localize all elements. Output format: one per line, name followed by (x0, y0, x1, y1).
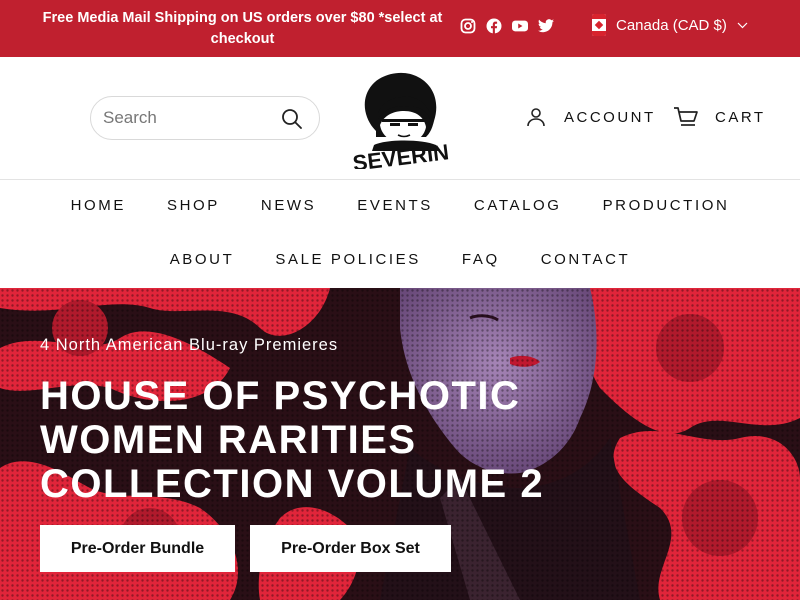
nav-item-home[interactable]: HOME (71, 197, 126, 214)
hero-subtitle: 4 North American Blu-ray Premieres (40, 336, 339, 354)
account-link[interactable]: ACCOUNT (526, 107, 656, 127)
shipping-promo-text: Free Media Mail Shipping on US orders ov… (42, 10, 443, 47)
nav-item-about[interactable]: ABOUT (170, 251, 235, 268)
severin-logo[interactable]: SEVERIN (346, 69, 456, 176)
nav-item-faq[interactable]: FAQ (462, 251, 500, 268)
instagram-icon[interactable] (460, 18, 476, 34)
youtube-icon[interactable] (512, 18, 528, 34)
main-navigation: HOME SHOP NEWS EVENTS CATALOG PRODUCTION… (0, 180, 800, 288)
site-header: SEVERIN ACCOUNT CART (0, 57, 800, 180)
nav-item-events[interactable]: EVENTS (357, 197, 433, 214)
nav-item-production[interactable]: PRODUCTION (603, 197, 730, 214)
facebook-icon[interactable] (486, 18, 502, 34)
social-links (460, 18, 554, 34)
cart-icon (674, 107, 698, 126)
cart-label: CART (715, 108, 766, 126)
nav-row-primary: HOME SHOP NEWS EVENTS CATALOG PRODUCTION (0, 197, 800, 214)
search-bar (90, 96, 320, 140)
user-icon (527, 108, 545, 127)
currency-label: Canada (CAD $) (616, 16, 727, 34)
hero-title: HOUSE OF PSYCHOTIC WOMEN RARITIES COLLEC… (40, 374, 545, 506)
cart-link[interactable]: CART (673, 106, 766, 128)
nav-item-catalog[interactable]: CATALOG (474, 197, 562, 214)
twitter-icon[interactable] (538, 18, 554, 34)
search-input[interactable] (103, 108, 273, 128)
pre-order-bundle-button[interactable]: Pre-Order Bundle (40, 525, 235, 572)
currency-selector[interactable]: Canada (CAD $) (592, 14, 748, 36)
nav-item-shop[interactable]: SHOP (167, 197, 220, 214)
nav-item-contact[interactable]: CONTACT (541, 251, 631, 268)
nav-item-sale-policies[interactable]: SALE POLICIES (275, 251, 421, 268)
canada-flag-icon (592, 14, 606, 36)
search-icon[interactable] (281, 108, 303, 130)
account-label: ACCOUNT (564, 108, 656, 126)
nav-row-secondary: ABOUT SALE POLICIES FAQ CONTACT (0, 251, 800, 268)
nav-item-news[interactable]: NEWS (261, 197, 316, 214)
announcement-bar: Free Media Mail Shipping on US orders ov… (0, 0, 800, 57)
pre-order-box-set-button[interactable]: Pre-Order Box Set (250, 525, 451, 572)
hero-banner: 4 North American Blu-ray Premieres HOUSE… (0, 288, 800, 600)
chevron-down-icon (737, 22, 748, 28)
